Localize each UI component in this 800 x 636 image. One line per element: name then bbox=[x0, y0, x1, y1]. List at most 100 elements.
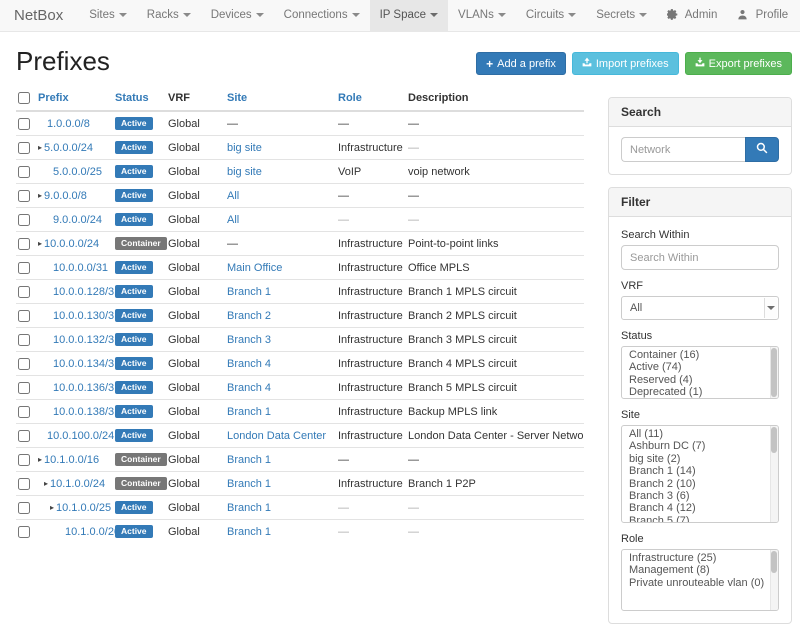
prefix-link[interactable]: 5.0.0.0/24 bbox=[44, 142, 93, 154]
row-checkbox[interactable] bbox=[18, 430, 30, 442]
row-checkbox[interactable] bbox=[18, 166, 30, 178]
status-option[interactable]: Deprecated (1) bbox=[622, 386, 778, 398]
scrollbar-thumb[interactable] bbox=[771, 427, 777, 453]
row-checkbox[interactable] bbox=[18, 478, 30, 490]
site-option[interactable]: big site (2) bbox=[622, 453, 778, 465]
row-checkbox[interactable] bbox=[18, 382, 30, 394]
site-link[interactable]: Branch 1 bbox=[227, 502, 271, 514]
row-checkbox[interactable] bbox=[18, 262, 30, 274]
site-link[interactable]: Branch 2 bbox=[227, 310, 271, 322]
site-link[interactable]: big site bbox=[227, 166, 262, 178]
prefix-link[interactable]: 9.0.0.0/8 bbox=[44, 190, 87, 202]
brand-logo[interactable]: NetBox bbox=[14, 0, 63, 31]
row-checkbox[interactable] bbox=[18, 358, 30, 370]
expand-icon[interactable]: ▸ bbox=[50, 503, 54, 512]
prefix-link[interactable]: 1.0.0.0/8 bbox=[47, 118, 90, 130]
nav-item-ip-space[interactable]: IP Space bbox=[370, 0, 448, 31]
site-option[interactable]: Branch 5 (7) bbox=[622, 515, 778, 523]
prefix-link[interactable]: 10.0.0.130/31 bbox=[53, 310, 115, 322]
site-link[interactable]: big site bbox=[227, 142, 262, 154]
expand-icon[interactable]: ▸ bbox=[38, 239, 42, 248]
row-checkbox[interactable] bbox=[18, 502, 30, 514]
site-link[interactable]: All bbox=[227, 214, 239, 226]
site-option[interactable]: Ashburn DC (7) bbox=[622, 440, 778, 452]
prefix-link[interactable]: 10.1.0.0/24 bbox=[50, 478, 105, 490]
prefix-link[interactable]: 10.0.0.132/31 bbox=[53, 334, 115, 346]
scrollbar-track[interactable] bbox=[770, 347, 778, 398]
prefix-link[interactable]: 10.1.0.0/16 bbox=[44, 454, 99, 466]
prefix-link[interactable]: 10.0.0.128/31 bbox=[53, 286, 115, 298]
nav-item-circuits[interactable]: Circuits bbox=[516, 0, 586, 31]
import-prefixes-button[interactable]: Import prefixes bbox=[572, 52, 679, 75]
export-prefixes-button[interactable]: Export prefixes bbox=[685, 52, 792, 75]
site-option[interactable]: Branch 3 (6) bbox=[622, 490, 778, 502]
prefix-link[interactable]: 10.0.100.0/24 bbox=[47, 430, 114, 442]
column-header-status[interactable]: Status bbox=[115, 87, 168, 111]
row-checkbox[interactable] bbox=[18, 214, 30, 226]
row-checkbox[interactable] bbox=[18, 454, 30, 466]
role-option[interactable]: Private unrouteable vlan (0) bbox=[622, 577, 778, 589]
prefix-link[interactable]: 10.0.0.0/24 bbox=[44, 238, 99, 250]
scrollbar-thumb[interactable] bbox=[771, 551, 777, 573]
search-input[interactable] bbox=[621, 137, 745, 162]
row-checkbox[interactable] bbox=[18, 334, 30, 346]
nav-item-sites[interactable]: Sites bbox=[79, 0, 137, 31]
column-header-site[interactable]: Site bbox=[227, 87, 338, 111]
site-option[interactable]: All (11) bbox=[622, 428, 778, 440]
status-option[interactable]: Reserved (4) bbox=[622, 374, 778, 386]
site-link[interactable]: Branch 1 bbox=[227, 406, 271, 418]
scrollbar-track[interactable] bbox=[770, 426, 778, 522]
site-link[interactable]: Main Office bbox=[227, 262, 282, 274]
nav-item-connections[interactable]: Connections bbox=[274, 0, 370, 31]
nav-item-secrets[interactable]: Secrets bbox=[586, 0, 657, 31]
search-button[interactable] bbox=[745, 137, 779, 162]
row-checkbox[interactable] bbox=[18, 310, 30, 322]
scrollbar-track[interactable] bbox=[770, 550, 778, 610]
nav-item-profile[interactable]: Profile bbox=[727, 0, 798, 31]
row-checkbox[interactable] bbox=[18, 526, 30, 538]
site-link[interactable]: All bbox=[227, 190, 239, 202]
row-checkbox[interactable] bbox=[18, 238, 30, 250]
role-listbox[interactable]: Infrastructure (25)Management (8)Private… bbox=[621, 549, 779, 611]
status-listbox[interactable]: Container (16)Active (74)Reserved (4)Dep… bbox=[621, 346, 779, 399]
prefix-link[interactable]: 10.0.0.134/31 bbox=[53, 358, 115, 370]
status-option[interactable]: Container (16) bbox=[622, 349, 778, 361]
site-option[interactable]: Branch 4 (12) bbox=[622, 502, 778, 514]
row-checkbox[interactable] bbox=[18, 286, 30, 298]
site-option[interactable]: Branch 1 (14) bbox=[622, 465, 778, 477]
nav-item-racks[interactable]: Racks bbox=[137, 0, 201, 31]
site-link[interactable]: Branch 1 bbox=[227, 526, 271, 538]
prefix-link[interactable]: 9.0.0.0/24 bbox=[53, 214, 102, 226]
row-checkbox[interactable] bbox=[18, 142, 30, 154]
prefix-link[interactable]: 10.1.0.0/26 bbox=[65, 526, 115, 538]
site-link[interactable]: Branch 1 bbox=[227, 286, 271, 298]
expand-icon[interactable]: ▸ bbox=[38, 191, 42, 200]
site-link[interactable]: Branch 1 bbox=[227, 478, 271, 490]
prefix-link[interactable]: 10.1.0.0/25 bbox=[56, 502, 111, 514]
expand-icon[interactable]: ▸ bbox=[38, 143, 42, 152]
prefix-link[interactable]: 10.0.0.0/31 bbox=[53, 262, 108, 274]
site-link[interactable]: Branch 3 bbox=[227, 334, 271, 346]
vrf-select[interactable]: All bbox=[621, 296, 779, 320]
role-option[interactable]: Management (8) bbox=[622, 564, 778, 576]
prefix-link[interactable]: 10.0.0.138/31 bbox=[53, 406, 115, 418]
site-link[interactable]: London Data Center bbox=[227, 430, 326, 442]
row-checkbox[interactable] bbox=[18, 406, 30, 418]
prefix-link[interactable]: 5.0.0.0/25 bbox=[53, 166, 102, 178]
search-within-input[interactable] bbox=[621, 245, 779, 270]
site-link[interactable]: Branch 1 bbox=[227, 454, 271, 466]
prefix-link[interactable]: 10.0.0.136/31 bbox=[53, 382, 115, 394]
column-header-prefix[interactable]: Prefix bbox=[38, 87, 115, 111]
select-all-checkbox[interactable] bbox=[18, 92, 30, 104]
add-prefix-button[interactable]: + Add a prefix bbox=[476, 52, 566, 75]
expand-icon[interactable]: ▸ bbox=[44, 479, 48, 488]
site-option[interactable]: Branch 2 (10) bbox=[622, 478, 778, 490]
column-header-role[interactable]: Role bbox=[338, 87, 408, 111]
row-checkbox[interactable] bbox=[18, 118, 30, 130]
site-link[interactable]: Branch 4 bbox=[227, 358, 271, 370]
status-option[interactable]: Active (74) bbox=[622, 361, 778, 373]
nav-item-devices[interactable]: Devices bbox=[201, 0, 274, 31]
scrollbar-thumb[interactable] bbox=[771, 348, 777, 397]
expand-icon[interactable]: ▸ bbox=[38, 455, 42, 464]
site-link[interactable]: Branch 4 bbox=[227, 382, 271, 394]
